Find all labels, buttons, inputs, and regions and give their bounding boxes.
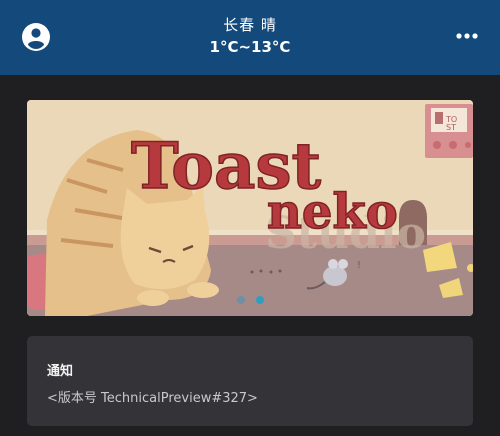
svg-text:ST: ST <box>446 123 456 132</box>
banner-title-line2: neko <box>267 184 398 240</box>
svg-text:!: ! <box>357 260 361 271</box>
more-menu-button[interactable] <box>454 26 480 46</box>
weather-widget: 长春 晴 1°C~13°C <box>150 15 350 58</box>
banner-image: TO ST ! Studio Toast neko <box>27 100 473 316</box>
more-horizontal-icon <box>456 33 478 39</box>
carousel-dot-1[interactable] <box>237 296 245 304</box>
notice-title: 通知 <box>47 364 74 379</box>
weather-temperature: 1°C~13°C <box>209 38 291 56</box>
account-circle-icon <box>22 23 50 51</box>
account-button[interactable] <box>21 22 51 52</box>
weather-city-condition: 长春 晴 <box>223 16 277 34</box>
banner-carousel[interactable]: TO ST ! Studio Toast neko <box>27 100 473 316</box>
carousel-dot-2[interactable] <box>256 296 264 304</box>
notice-card[interactable]: 通知 <版本号 TechnicalPreview#327> <box>27 336 473 426</box>
notice-body: <版本号 TechnicalPreview#327> <box>47 391 258 406</box>
top-app-bar: 长春 晴 1°C~13°C <box>0 0 500 75</box>
